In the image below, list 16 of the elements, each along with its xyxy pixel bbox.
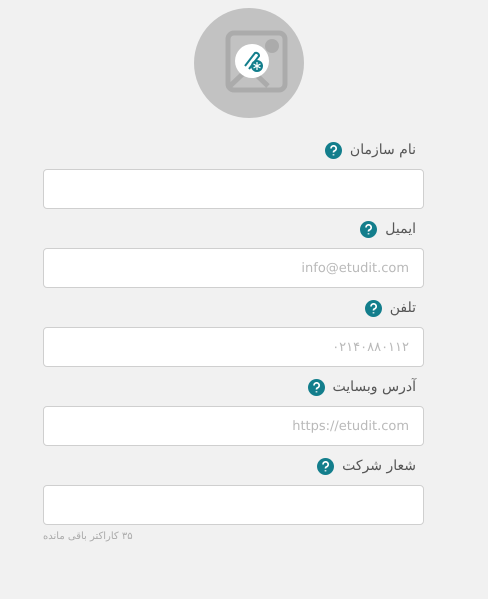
input-field[interactable]: info@etudit.com [43,248,424,288]
field-label: شعار شرکت [342,458,416,474]
help-icon[interactable] [317,458,334,474]
input-field[interactable]: https://etudit.com [43,406,424,446]
field-label: نام سازمان [350,142,416,158]
input-field[interactable]: ۰۲۱۴۰۸۸۰۱۱۲ [43,327,424,367]
help-icon[interactable] [308,378,325,396]
field-label: تلفن [390,300,416,316]
character-counter: ۳۵ کاراکتر باقی مانده [43,531,133,542]
input-field[interactable] [43,169,424,209]
help-icon[interactable] [364,300,382,316]
input-field[interactable] [43,485,424,525]
field-label: آدرس وبسایت [332,379,416,395]
help-icon[interactable] [324,142,342,158]
field-label: ایمیل [385,221,416,237]
help-icon[interactable] [360,220,378,238]
